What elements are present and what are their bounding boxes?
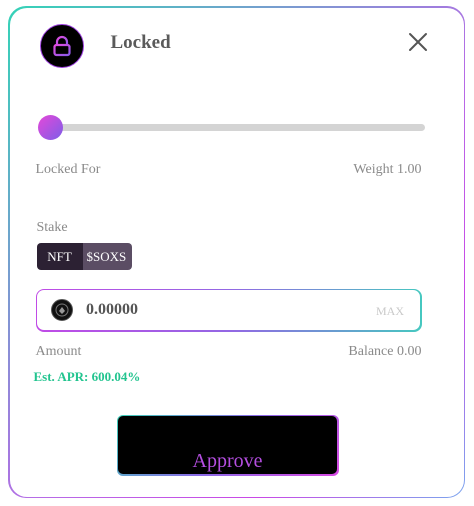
stake-label: Stake bbox=[36, 219, 68, 235]
approve-button-label: Approve bbox=[192, 450, 263, 472]
approve-button[interactable]: Approve bbox=[116, 414, 339, 476]
amount-input-inner: 0.00000 MAX bbox=[37, 290, 420, 330]
max-button[interactable]: MAX bbox=[376, 304, 404, 319]
lock-duration-slider-thumb[interactable] bbox=[37, 114, 63, 140]
lock-icon bbox=[39, 23, 84, 68]
amount-row: Amount Balance 0.00 bbox=[36, 344, 422, 360]
lock-duration-slider-track[interactable] bbox=[42, 123, 425, 131]
amount-input[interactable]: 0.00000 bbox=[86, 301, 138, 319]
locked-for-row: Locked For Weight 1.00 bbox=[36, 162, 422, 178]
amount-label: Amount bbox=[35, 343, 82, 359]
close-icon[interactable] bbox=[406, 30, 430, 54]
est-apr-text: Est. APR: 600.04% bbox=[33, 368, 141, 384]
approve-button-inner: Approve bbox=[118, 416, 337, 474]
stake-type-toggle: NFT $SOXS bbox=[36, 242, 133, 270]
balance-value: Balance 0.00 bbox=[348, 343, 422, 359]
locked-for-label: Locked For bbox=[35, 161, 101, 177]
weight-value: Weight 1.00 bbox=[353, 161, 422, 177]
modal-title: Locked bbox=[110, 31, 171, 53]
token-logo-icon bbox=[51, 299, 73, 321]
modal-content: Locked Locked For Weight 1.00 Stake NFT … bbox=[9, 7, 464, 497]
stake-option-nft[interactable]: NFT bbox=[36, 242, 83, 270]
amount-input-box[interactable]: 0.00000 MAX bbox=[35, 288, 422, 332]
stake-option-soxs[interactable]: $SOXS bbox=[82, 242, 133, 270]
locked-modal: Locked Locked For Weight 1.00 Stake NFT … bbox=[8, 6, 465, 498]
